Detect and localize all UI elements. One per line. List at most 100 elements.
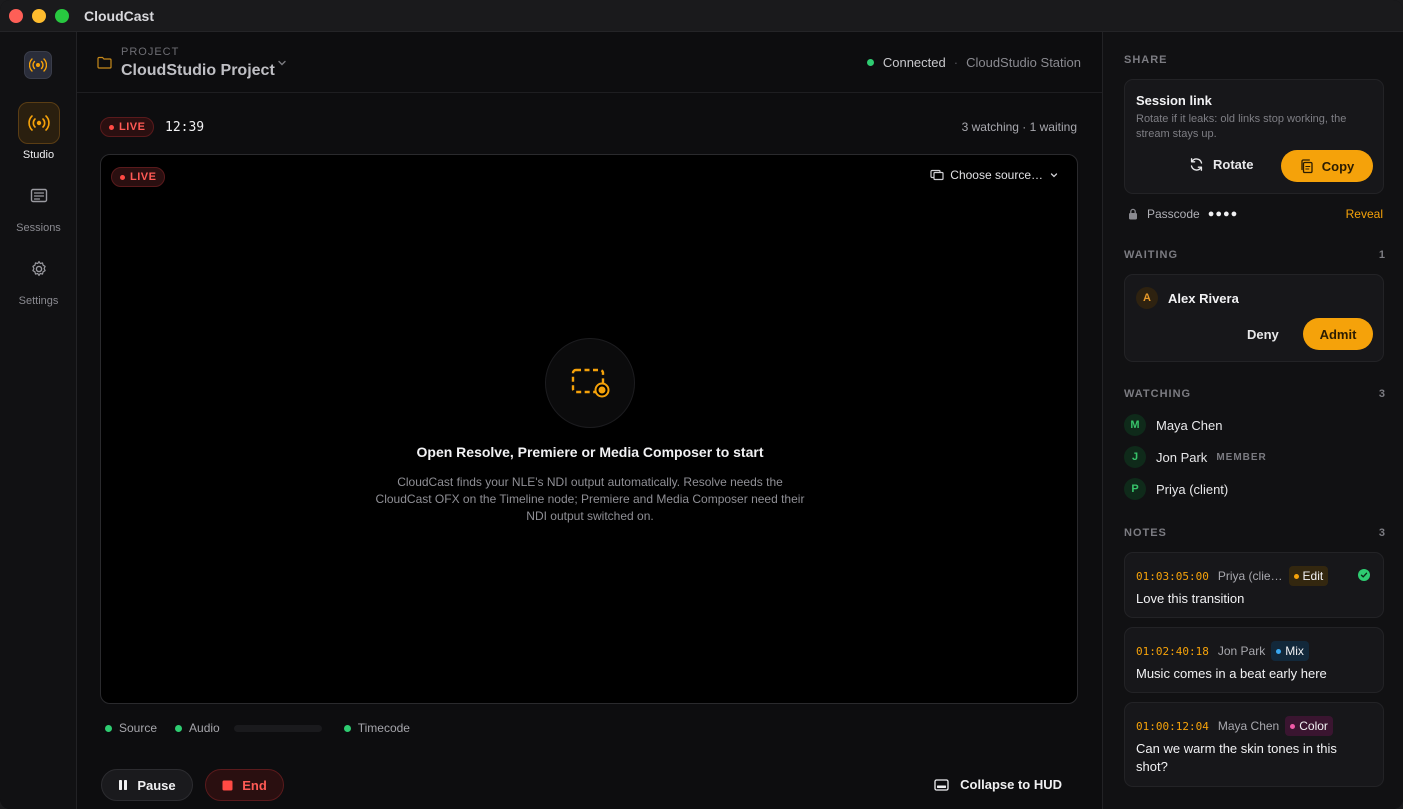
resolved-check-icon[interactable] [1358, 569, 1370, 581]
status-dot-icon [105, 724, 112, 732]
live-dot-icon [109, 124, 114, 130]
sidebar-item-label: Studio [22, 149, 55, 161]
project-label: PROJECT [121, 46, 180, 58]
sidebar-item-sessions[interactable]: Sessions [0, 175, 77, 234]
hud-icon [934, 778, 949, 791]
deny-button[interactable]: Deny [1247, 327, 1279, 342]
admit-button[interactable]: Admit [1303, 318, 1373, 350]
note-timecode: 01:02:40:18 [1136, 644, 1209, 658]
note-author: Maya Chen [1217, 719, 1280, 733]
pause-icon [119, 780, 128, 790]
timecode-status: Timecode [343, 721, 410, 735]
note-author: Jon Park [1217, 644, 1266, 658]
project-header: PROJECT CloudStudio Project Connected · … [77, 32, 1102, 93]
copy-link-button[interactable]: Copy [1281, 150, 1373, 182]
sidebar: Studio Sessions Settings [0, 32, 77, 809]
passcode-mask: ●●●● [1207, 208, 1239, 220]
collapse-to-hud-button[interactable]: Collapse to HUD [934, 777, 1062, 792]
sidebar-item-label: Sessions [16, 222, 61, 234]
watcher-name: Jon Park [1156, 449, 1208, 465]
close-window-button[interactable] [9, 9, 23, 23]
stop-icon [222, 780, 233, 790]
rotate-icon [1190, 158, 1203, 171]
preview-live-badge: LIVE [111, 167, 166, 187]
connection-label: Connected [882, 55, 946, 70]
minimize-window-button[interactable] [32, 9, 46, 23]
right-panel: SHARE Session link Rotate if it leaks: o… [1102, 32, 1403, 809]
project-name[interactable]: CloudStudio Project [121, 62, 275, 80]
empty-state-icon [545, 338, 635, 428]
session-link-card: Session link Rotate if it leaks: old lin… [1124, 79, 1384, 194]
sidebar-item-label: Settings [18, 295, 59, 307]
status-dot-icon [343, 724, 351, 732]
avatar: A [1136, 287, 1158, 309]
zoom-window-button[interactable] [55, 9, 69, 23]
choose-source-label: Choose source… [950, 168, 1043, 182]
empty-state-title: Open Resolve, Premiere or Media Composer… [416, 444, 764, 460]
audio-status: Audio [175, 721, 220, 735]
note-card[interactable]: 01:00:12:04 Maya Chen Color Can we warm … [1124, 702, 1384, 787]
note-timecode: 01:00:12:04 [1136, 719, 1209, 733]
waiting-person-name: Alex Rivera [1168, 290, 1239, 306]
waiting-person: A Alex Rivera [1136, 287, 1239, 309]
source-status: Source [105, 721, 157, 735]
passcode-row: Passcode ●●●● Reveal [1128, 207, 1383, 221]
live-dot-icon [120, 174, 125, 180]
stream-timer: 12:39 [165, 120, 205, 135]
waiting-card: A Alex Rivera Deny Admit [1124, 274, 1384, 362]
notes-count: 3 [1378, 527, 1385, 539]
sidebar-item-studio[interactable]: Studio [0, 102, 77, 161]
folder-icon [97, 56, 112, 69]
notes-section-label: NOTES [1124, 527, 1167, 539]
live-badge: LIVE [100, 117, 155, 137]
share-section-label: SHARE [1124, 54, 1168, 66]
title-bar: CloudCast [0, 0, 1403, 32]
lock-icon [1129, 208, 1137, 220]
audio-level-meter [233, 724, 322, 732]
note-body: Love this transition [1136, 591, 1245, 606]
note-timecode: 01:03:05:00 [1136, 569, 1209, 583]
waiting-section-label: WAITING [1124, 249, 1179, 261]
windows-icon [930, 169, 944, 181]
rotate-link-button[interactable]: Rotate [1189, 157, 1253, 172]
screen-record-icon [571, 368, 610, 398]
avatar: M [1124, 414, 1146, 436]
pause-button[interactable]: Pause [101, 769, 193, 801]
watcher-row: M Maya Chen [1124, 414, 1222, 436]
passcode-label: Passcode [1147, 207, 1200, 221]
note-body: Music comes in a beat early here [1136, 666, 1327, 681]
watching-count: 3 [1378, 388, 1385, 400]
gear-icon [31, 260, 46, 277]
broadcast-logo-icon [29, 58, 47, 72]
watcher-row: P Priya (client) [1124, 478, 1228, 500]
separator: · [953, 55, 959, 70]
signal-status-row: Source Audio Timecode [105, 721, 428, 735]
session-link-description: Rotate if it leaks: old links stop worki… [1136, 113, 1347, 140]
chevron-down-icon[interactable] [276, 57, 288, 69]
watcher-name: Maya Chen [1156, 417, 1223, 433]
note-card[interactable]: 01:03:05:00 Priya (clie… Edit Love this … [1124, 552, 1384, 618]
audience-count: 3 watching · 1 waiting [961, 120, 1077, 134]
session-link-title: Session link [1136, 93, 1212, 108]
sidebar-item-settings[interactable]: Settings [0, 248, 77, 307]
watcher-row: J Jon Park MEMBER [1124, 446, 1267, 468]
note-author: Priya (clie… [1217, 569, 1283, 583]
status-dot-icon [175, 724, 183, 732]
waiting-count: 1 [1378, 249, 1385, 261]
reveal-passcode-link[interactable]: Reveal [1346, 207, 1383, 221]
app-logo [24, 51, 52, 79]
choose-source-dropdown[interactable]: Choose source… [930, 168, 1059, 182]
app-title: CloudCast [84, 8, 154, 24]
end-stream-button[interactable]: End [205, 769, 284, 801]
copy-icon [1301, 158, 1313, 173]
station-name: CloudStudio Station [966, 55, 1081, 70]
member-tag: MEMBER [1216, 451, 1267, 463]
main-panel: PROJECT CloudStudio Project Connected · … [77, 32, 1102, 809]
connected-dot-icon [866, 59, 874, 66]
watcher-name: Priya (client) [1156, 481, 1229, 497]
note-tag: Mix [1271, 641, 1309, 661]
note-body: Can we warm the skin tones in this shot? [1136, 741, 1337, 774]
avatar: P [1124, 478, 1146, 500]
note-card[interactable]: 01:02:40:18 Jon Park Mix Music comes in … [1124, 627, 1384, 693]
video-preview: LIVE Choose source… Open Resolve, Premie… [100, 154, 1078, 704]
